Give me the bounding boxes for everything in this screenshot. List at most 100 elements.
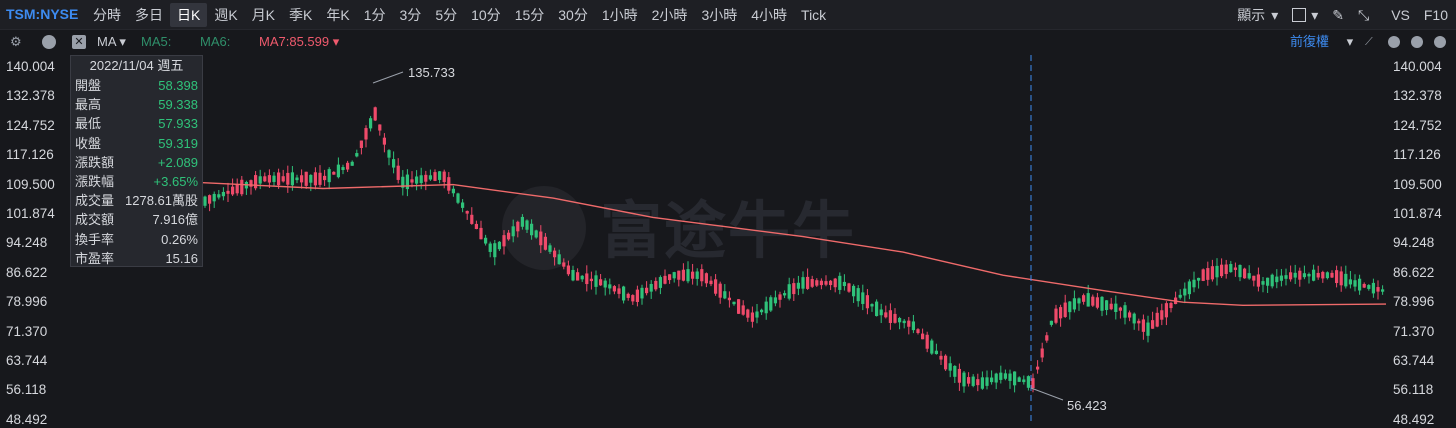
expand-button[interactable]: ⤡ — [1358, 7, 1369, 24]
candle-body — [1321, 271, 1325, 279]
candle-body — [419, 175, 423, 184]
info-key: 開盤 — [75, 78, 102, 93]
tab-timeframe[interactable]: 日K — [170, 3, 208, 27]
tab-timeframe[interactable]: 分時 — [86, 3, 128, 27]
candle-body — [364, 128, 368, 140]
plus-circle-icon[interactable] — [1434, 36, 1446, 48]
y-tick-label: 78.996 — [6, 294, 48, 310]
candle-body — [704, 273, 708, 284]
candle-body — [1137, 320, 1141, 324]
scale-icon[interactable]: ⟋ — [1365, 33, 1373, 51]
candle-body — [355, 153, 359, 157]
pencil-icon: ✎ — [1332, 6, 1344, 23]
candle-body — [594, 275, 598, 287]
tab-timeframe[interactable]: 週K — [207, 3, 244, 27]
close-box-icon[interactable]: ✕ — [72, 35, 86, 49]
candle-body — [778, 294, 782, 300]
layout-toggle[interactable]: ▾ — [1292, 7, 1318, 24]
candle-body — [1316, 272, 1320, 278]
candle-body — [258, 176, 262, 184]
candle-body — [1128, 312, 1132, 318]
y-tick-label: 124.752 — [1393, 117, 1442, 133]
tab-timeframe[interactable]: Tick — [794, 3, 833, 27]
candle-body — [1118, 307, 1122, 311]
f10-button[interactable]: F10 — [1424, 7, 1448, 23]
tab-timeframe[interactable]: 月K — [245, 3, 282, 27]
info-value: 15.16 — [165, 250, 198, 266]
candle-body — [1298, 270, 1302, 280]
candle-body — [203, 196, 207, 206]
adjust-selector[interactable]: 前復權 ▾ — [1290, 33, 1353, 51]
ma-selector[interactable]: MA ▾ — [97, 33, 126, 51]
info-value: 59.338 — [158, 97, 198, 113]
tab-timeframe[interactable]: 1小時 — [595, 3, 645, 27]
candle-body — [838, 275, 842, 290]
candle-body — [645, 287, 649, 294]
candle-body — [1086, 293, 1090, 307]
candle-body — [543, 236, 547, 250]
gear-icon[interactable]: ⚙ — [10, 33, 22, 51]
candle-body — [796, 282, 800, 289]
candle-body — [525, 220, 529, 230]
candle-body — [433, 172, 437, 181]
tab-timeframe[interactable]: 3小時 — [694, 3, 744, 27]
candle-body — [1284, 275, 1288, 279]
tab-timeframe[interactable]: 2小時 — [645, 3, 695, 27]
candle-body — [451, 188, 455, 194]
tab-timeframe[interactable]: 多日 — [128, 3, 170, 27]
candle-body — [654, 280, 658, 290]
candle-body — [718, 283, 722, 298]
candle-body — [1054, 308, 1058, 323]
candle-body — [672, 272, 676, 279]
candle-body — [212, 193, 216, 202]
candle-body — [626, 293, 630, 298]
candle-body — [1100, 296, 1104, 311]
symbol-label[interactable]: TSM:NYSE — [6, 6, 78, 22]
tab-timeframe[interactable]: 1分 — [357, 3, 393, 27]
candle-body — [902, 320, 906, 324]
tab-timeframe[interactable]: 4小時 — [744, 3, 794, 27]
tab-timeframe[interactable]: 年K — [319, 3, 356, 27]
candle-body — [1146, 322, 1150, 336]
minus-circle-icon[interactable] — [1411, 36, 1423, 48]
tab-timeframe[interactable]: 15分 — [508, 3, 552, 27]
candle-body — [300, 175, 304, 183]
display-menu[interactable]: 顯示 ▾ — [1237, 5, 1278, 25]
tab-timeframe[interactable]: 5分 — [428, 3, 464, 27]
info-key: 市盈率 — [75, 250, 115, 266]
candlestick-chart[interactable]: 135.733 56.423 — [203, 55, 1388, 425]
up-circle-icon[interactable] — [42, 35, 56, 49]
candle-body — [1279, 275, 1283, 281]
candle-body — [378, 124, 382, 131]
candle-body — [1348, 279, 1352, 285]
y-tick-label: 101.874 — [1393, 206, 1442, 221]
ma7-value[interactable]: MA7:85.599 ▾ — [259, 33, 339, 51]
info-key: 最低 — [75, 116, 102, 132]
high-price-label: 135.733 — [408, 65, 455, 80]
candle-body — [295, 177, 299, 181]
candle-body — [1371, 282, 1375, 294]
vs-button[interactable]: VS — [1391, 7, 1410, 23]
draw-tool-button[interactable]: ✎ — [1332, 7, 1344, 24]
candle-body — [810, 279, 814, 287]
collapse-icon[interactable] — [1388, 36, 1400, 48]
info-value: 7.916億 — [152, 212, 198, 228]
candle-body — [1353, 280, 1357, 287]
candle-body — [787, 284, 791, 299]
candle-body — [957, 368, 961, 383]
candle-body — [534, 230, 538, 238]
candle-body — [691, 271, 695, 279]
tab-timeframe[interactable]: 季K — [282, 3, 319, 27]
tab-timeframe[interactable]: 10分 — [464, 3, 508, 27]
info-key: 漲跌額 — [75, 154, 115, 170]
tab-timeframe[interactable]: 3分 — [393, 3, 429, 27]
candle-body — [819, 280, 823, 286]
candle-body — [1252, 275, 1256, 281]
low-price-leader — [1030, 387, 1064, 401]
candle-body — [658, 277, 662, 288]
tab-timeframe[interactable]: 30分 — [551, 3, 595, 27]
candle-body — [1325, 272, 1329, 279]
y-tick-label: 86.622 — [6, 264, 48, 280]
candle-body — [829, 280, 833, 286]
info-value: 57.933 — [158, 116, 198, 132]
